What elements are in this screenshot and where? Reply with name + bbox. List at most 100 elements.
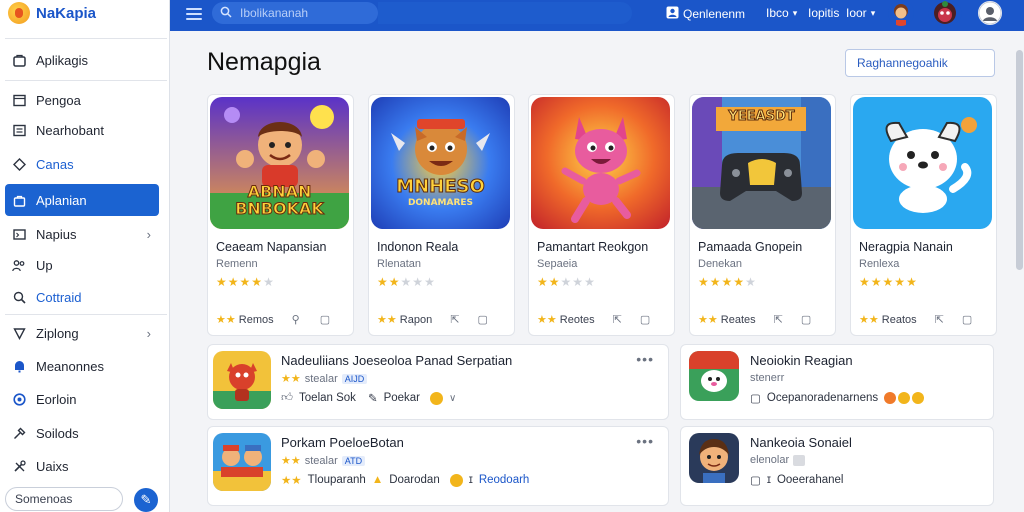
- pin-icon[interactable]: ⚲: [292, 313, 300, 326]
- row-meta: stenerr: [750, 372, 784, 384]
- star-filled-icon: ★: [537, 275, 549, 289]
- row-detail: ▢ Ocepanoradenarnens: [750, 391, 925, 405]
- star-filled-icon: ★: [709, 275, 722, 289]
- diamond-icon: [12, 157, 26, 171]
- sidebar-item-pengoa[interactable]: Pengoa: [5, 84, 159, 116]
- sidebar-bottom-label: Somenoas: [15, 492, 73, 506]
- sidebar-item-canas[interactable]: Canas: [5, 148, 159, 180]
- sidebar-item-label: Up: [36, 257, 53, 273]
- sidebar-item-label: Pengoa: [36, 92, 81, 108]
- app-title: Pamaada Gnopein: [698, 240, 803, 254]
- row-detail: ▢ ɪ Ooeerahanel: [750, 473, 843, 487]
- row-meta: ★★ stealar ATD: [281, 454, 366, 467]
- divider: [5, 314, 167, 315]
- search-bar[interactable]: [212, 2, 378, 24]
- menu-icon[interactable]: [186, 6, 202, 22]
- sidebar-item-nearhobant[interactable]: Nearhobant: [5, 114, 159, 146]
- chevron-right-icon: ›: [146, 325, 151, 341]
- star-icon: ★★: [537, 314, 557, 326]
- star-filled-icon: ★: [239, 275, 252, 289]
- avatar[interactable]: [928, 0, 962, 26]
- list-item[interactable]: Nankeoia Sonaiel elenolar ▢ ɪ Ooeerahane…: [680, 426, 994, 506]
- sidebar-item-uaixs[interactable]: Uaixs: [5, 450, 159, 482]
- scrollbar[interactable]: [1016, 50, 1023, 270]
- sidebar-item-eorloin[interactable]: Eorloin: [5, 383, 159, 415]
- sidebar-item-aplanian[interactable]: Aplanian: [5, 184, 159, 216]
- device-icon[interactable]: ▢: [640, 313, 650, 326]
- sidebar-item-cottraid[interactable]: Cottraid: [5, 281, 159, 313]
- row-detail: 👍︎ Toelan Sok ✎ Poekar ∨: [281, 391, 456, 405]
- device-icon[interactable]: ▢: [320, 313, 330, 326]
- calendar-icon: ▢: [750, 393, 761, 405]
- share-icon[interactable]: ⇱: [613, 313, 622, 326]
- app-card[interactable]: YEEASDT Pamaada Gnopein Denekan ★★★★★ ★★…: [689, 94, 836, 336]
- sidebar-item-meanonnes[interactable]: Meanonnes: [5, 350, 159, 382]
- app-title: Indonon Reala: [377, 240, 459, 254]
- row-detail-link[interactable]: Reodoarh: [479, 474, 530, 486]
- sidebar-item-aplikagis[interactable]: Aplikagis: [5, 44, 159, 76]
- art-title-line: BNBOKAK: [235, 199, 325, 218]
- app-card[interactable]: MNHESO DONAMARES Indonon Reala Rlenatan …: [368, 94, 515, 336]
- star-icon: ★★: [216, 314, 236, 326]
- row-detail-label: Toelan Sok: [299, 392, 356, 404]
- star-empty-icon: ★: [745, 275, 757, 289]
- share-icon[interactable]: ⇱: [450, 313, 459, 326]
- footer-label: Rapon: [399, 313, 433, 326]
- app-footer: ★★ Reates ⇱ ▢: [698, 313, 828, 327]
- list-item[interactable]: Neoiokin Reagian stenerr ▢ Ocepanoradena…: [680, 344, 994, 420]
- emoji-icon: [898, 392, 911, 404]
- device-icon[interactable]: ▢: [801, 313, 811, 326]
- app-card[interactable]: Neragpia Nanain Renlexa ★★★★★ ★★ Reatos …: [850, 94, 997, 336]
- sidebar-item-napius[interactable]: Napius ›: [5, 218, 159, 250]
- sidebar-item-soilods[interactable]: Soilods: [5, 417, 159, 449]
- app-footer: ★★ Reatos ⇱ ▢: [859, 313, 989, 327]
- app-card[interactable]: Pamantart Reokgon Sepaeia ★★★★★ ★★ Reote…: [528, 94, 675, 336]
- account-link[interactable]: Qenlenenm: [666, 6, 745, 22]
- tools-icon: [12, 459, 26, 473]
- apps-icon: [12, 53, 26, 67]
- more-icon[interactable]: •••: [636, 351, 654, 367]
- compose-button[interactable]: ✎: [134, 488, 158, 512]
- device-icon[interactable]: ▢: [477, 313, 487, 326]
- row-detail-label: Doarodan: [389, 474, 440, 486]
- app-card[interactable]: ABNAN BNBOKAK Ceaeam Napansian Remenn ★★…: [207, 94, 354, 336]
- topbar-link-1-label: Ibco: [766, 6, 789, 20]
- list-item[interactable]: Nadeuliians Joeseoloa Panad Serpatian ★★…: [207, 344, 669, 420]
- star-filled-icon: ★: [733, 275, 746, 289]
- app-artwork: [853, 97, 992, 229]
- sidebar-item-up[interactable]: Up: [5, 249, 159, 281]
- row-detail-label: Ooeerahanel: [776, 474, 844, 486]
- avatar[interactable]: [888, 0, 914, 26]
- star-filled-icon: ★: [216, 275, 228, 289]
- card-icon: [12, 227, 26, 241]
- star-filled-icon: ★: [388, 275, 401, 289]
- more-icon[interactable]: •••: [636, 433, 654, 449]
- share-icon[interactable]: ⇱: [774, 313, 783, 326]
- avatar[interactable]: [978, 1, 1002, 25]
- search-extension[interactable]: [378, 2, 632, 24]
- topbar-link-1[interactable]: Ibco ▾: [766, 6, 797, 20]
- brand[interactable]: NaKapia: [8, 0, 96, 26]
- info-icon: ɪ: [766, 474, 771, 486]
- page-title: Nemapgia: [207, 48, 321, 76]
- row-detail-label: Tlouparanh: [307, 474, 366, 486]
- star-empty-icon: ★: [572, 275, 585, 289]
- topbar-link-3[interactable]: Ioor ▾: [846, 6, 875, 20]
- emoji-icon: [430, 391, 444, 405]
- device-icon[interactable]: ▢: [962, 313, 972, 326]
- row-detail: ★★ Tlouparanh ▲ Doarodan ɪ Reodoarh: [281, 473, 529, 487]
- list-item[interactable]: Porkam PoeloeBotan ★★ stealar ATD ★★ Tlo…: [207, 426, 669, 506]
- star-icon: ★★: [281, 373, 301, 385]
- topbar-link-2[interactable]: Iopitis: [808, 6, 839, 20]
- search-input[interactable]: [240, 6, 360, 20]
- header-action-button[interactable]: Raghannegoahik: [845, 49, 995, 77]
- sidebar-bottom-input[interactable]: Somenoas: [5, 487, 123, 511]
- sidebar-item-ziplong[interactable]: Ziplong ›: [5, 317, 159, 349]
- chevron-down-icon[interactable]: ∨: [449, 393, 456, 404]
- row-tag: [793, 454, 806, 466]
- divider: [5, 80, 167, 81]
- sidebar: NaKapia Aplikagis Pengoa Nearhobant Cana…: [0, 0, 170, 512]
- share-icon[interactable]: ⇱: [935, 313, 944, 326]
- app-thumbnail: [213, 351, 271, 409]
- account-icon: [666, 6, 679, 22]
